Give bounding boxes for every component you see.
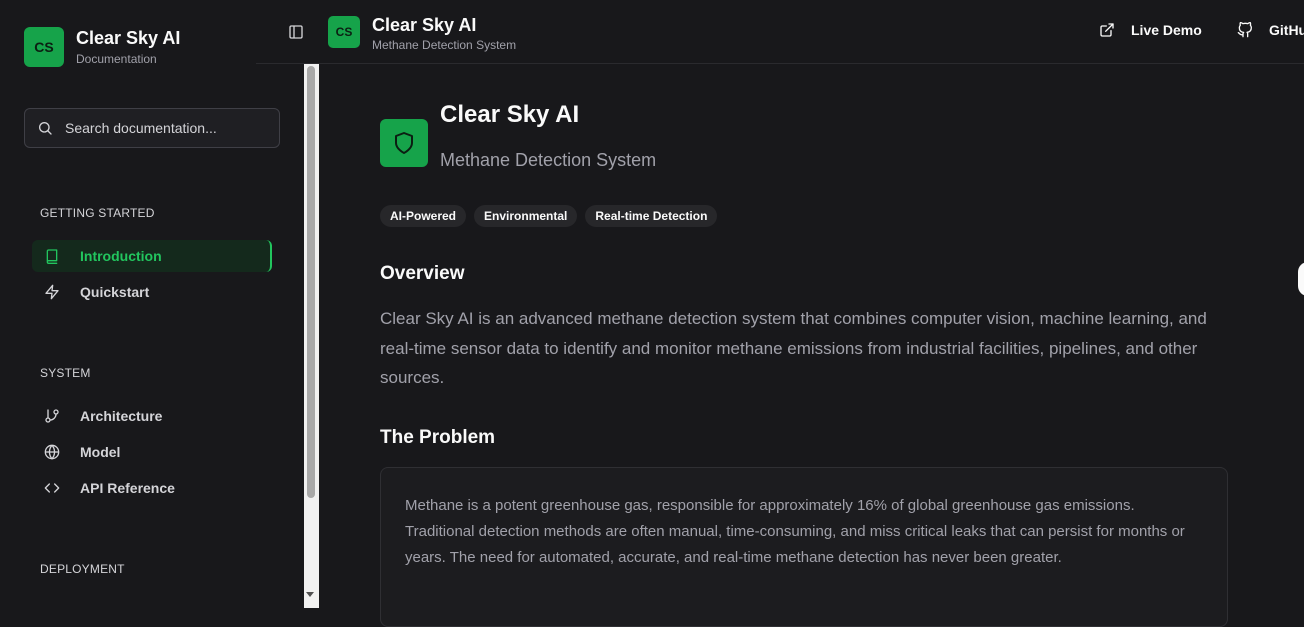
sidebar-item-model[interactable]: Model (32, 436, 272, 468)
sidebar-toggle-icon[interactable] (288, 24, 304, 40)
github-label: GitHub (1269, 22, 1304, 38)
book-icon (46, 249, 58, 264)
floating-widget[interactable] (1298, 262, 1304, 296)
sidebar-item-label: API Reference (80, 480, 175, 496)
sidebar-item-api-reference[interactable]: API Reference (32, 472, 272, 504)
brand-logo: CS (24, 27, 64, 67)
github-icon (1237, 22, 1252, 38)
sidebar: CS Clear Sky AI Documentation GETTING ST… (0, 0, 304, 608)
sidebar-item-quickstart[interactable]: Quickstart (32, 276, 272, 308)
section-label-deployment: DEPLOYMENT (40, 562, 125, 576)
tag-badge: Environmental (474, 205, 578, 227)
sidebar-item-label: Architecture (80, 408, 163, 424)
github-link[interactable]: GitHub (1237, 22, 1304, 38)
sidebar-item-introduction[interactable]: Introduction (32, 240, 272, 272)
sidebar-item-label: Model (80, 444, 121, 460)
external-link-icon (1100, 23, 1114, 37)
hero-logo (380, 119, 428, 167)
scrollbar-thumb[interactable] (307, 66, 315, 498)
scroll-down-arrow[interactable] (306, 592, 314, 597)
sidebar-brand[interactable]: CS Clear Sky AI Documentation (24, 26, 180, 68)
search-box[interactable] (24, 108, 280, 148)
zap-icon (45, 284, 59, 300)
section-label-getting-started: GETTING STARTED (40, 206, 155, 220)
brand-subtitle: Documentation (76, 52, 157, 66)
problem-heading: The Problem (380, 427, 496, 448)
header-title: Clear Sky AI (372, 15, 477, 35)
sidebar-item-architecture[interactable]: Architecture (32, 400, 272, 432)
shield-icon (395, 132, 413, 154)
overview-heading: Overview (380, 263, 465, 284)
problem-card: Methane is a potent greenhouse gas, resp… (380, 467, 1228, 627)
header-logo[interactable]: CS (328, 16, 360, 48)
sidebar-item-label: Introduction (80, 248, 162, 264)
live-demo-link[interactable]: Live Demo (1099, 22, 1202, 38)
search-input[interactable] (65, 120, 265, 136)
header-subtitle: Methane Detection System (372, 38, 517, 52)
git-branch-icon (45, 409, 59, 423)
live-demo-label: Live Demo (1131, 22, 1202, 38)
sidebar-item-label: Quickstart (80, 284, 150, 300)
tag-list: AI-Powered Environmental Real-time Detec… (380, 205, 725, 227)
search-icon (39, 122, 52, 135)
section-label-system: SYSTEM (40, 366, 91, 380)
globe-icon (44, 444, 60, 460)
tag-badge: Real-time Detection (585, 205, 718, 227)
page-title: Clear Sky AI (440, 101, 580, 128)
tag-badge: AI-Powered (380, 205, 467, 227)
top-header: CS Clear Sky AI Methane Detection System… (256, 0, 1304, 64)
page-subtitle: Methane Detection System (440, 150, 657, 170)
problem-text: Methane is a potent greenhouse gas, resp… (405, 497, 1185, 566)
overview-text: Clear Sky AI is an advanced methane dete… (380, 309, 1207, 387)
code-icon (44, 483, 60, 493)
brand-title: Clear Sky AI (76, 28, 181, 48)
